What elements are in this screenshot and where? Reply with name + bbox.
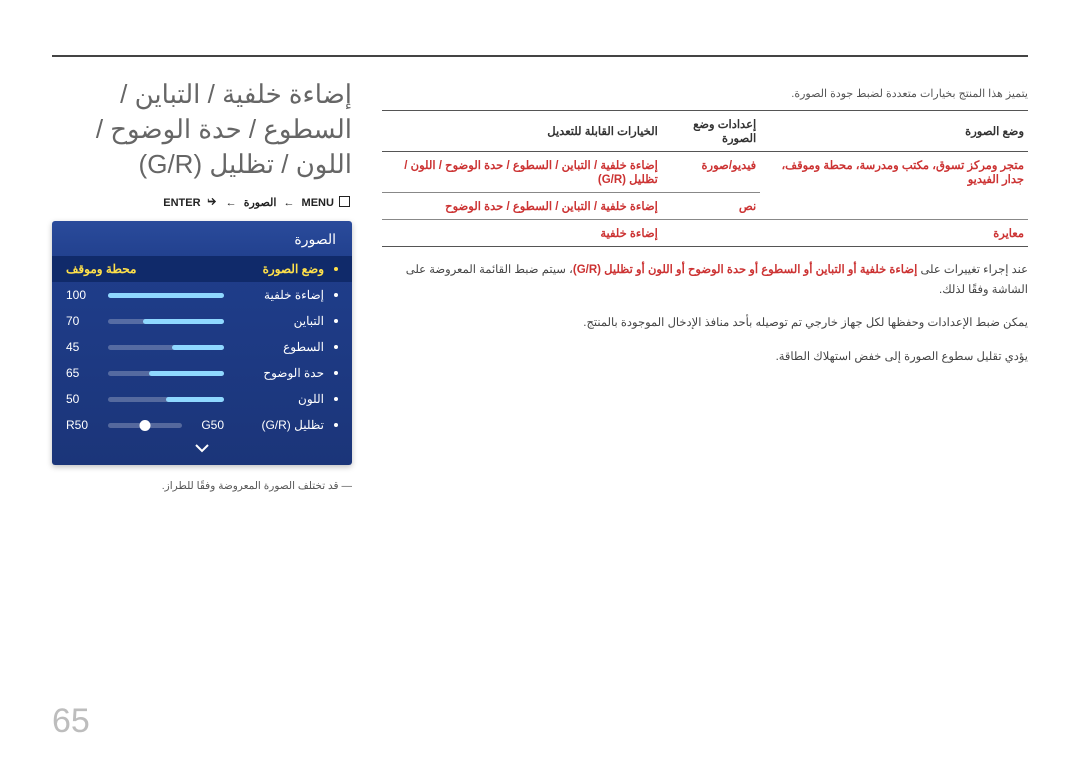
th-mode: وضع الصورة bbox=[760, 111, 1028, 152]
osd-value: 100 bbox=[66, 288, 100, 302]
osd-mode-label: وضع الصورة bbox=[232, 262, 324, 276]
menu-breadcrumb: MENU ← الصورة ← ENTER bbox=[52, 196, 352, 209]
options-table: وضع الصورة إعدادات وضع الصورة الخيارات ا… bbox=[382, 110, 1028, 247]
osd-label: السطوع bbox=[232, 340, 324, 354]
menu-icon bbox=[339, 196, 350, 207]
page-number: 65 bbox=[52, 702, 90, 741]
osd-label: إضاءة خلفية bbox=[232, 288, 324, 302]
osd-title: الصورة bbox=[52, 221, 352, 256]
chevron-down-icon bbox=[194, 442, 210, 454]
bullet-icon bbox=[334, 371, 338, 375]
slider-sharpness[interactable] bbox=[108, 371, 224, 376]
note-paragraph: يؤدي تقليل سطوع الصورة إلى خفض استهلاك ا… bbox=[382, 348, 1028, 368]
bullet-icon bbox=[334, 345, 338, 349]
bullet-icon bbox=[334, 423, 338, 427]
osd-row-tint[interactable]: تظليل (G/R) G50 R50 bbox=[52, 412, 352, 438]
osd-footnote: قد تختلف الصورة المعروضة وفقًا للطراز. bbox=[52, 479, 352, 495]
note-paragraph: يمكن ضبط الإعدادات وحفظها لكل جهاز خارجي… bbox=[382, 314, 1028, 334]
table-row: متجر ومركز تسوق، مكتب ومدرسة، محطة وموقف… bbox=[382, 152, 1028, 193]
bullet-icon bbox=[334, 319, 338, 323]
osd-label: التباين bbox=[232, 314, 324, 328]
table-row: معايرة إضاءة خلفية bbox=[382, 220, 1028, 247]
slider-contrast[interactable] bbox=[108, 319, 224, 324]
osd-panel: الصورة وضع الصورة محطة وموقف إضاءة خلفية… bbox=[52, 221, 352, 465]
slider-color[interactable] bbox=[108, 397, 224, 402]
osd-row-backlight[interactable]: إضاءة خلفية 100 bbox=[52, 282, 352, 308]
osd-value: 45 bbox=[66, 340, 100, 354]
osd-row-sharpness[interactable]: حدة الوضوح 65 bbox=[52, 360, 352, 386]
th-settings: إعدادات وضع الصورة bbox=[662, 111, 760, 152]
osd-label: اللون bbox=[232, 392, 324, 406]
osd-row-mode[interactable]: وضع الصورة محطة وموقف bbox=[52, 256, 352, 282]
osd-value: 50 bbox=[66, 392, 100, 406]
slider-brightness[interactable] bbox=[108, 345, 224, 350]
page-heading: إضاءة خلفية / التباين / السطوع / حدة الو… bbox=[52, 77, 352, 182]
osd-scroll-down[interactable] bbox=[52, 438, 352, 457]
th-adjustable: الخيارات القابلة للتعديل bbox=[382, 111, 662, 152]
slider-backlight[interactable] bbox=[108, 293, 224, 298]
slider-tint[interactable] bbox=[108, 423, 182, 428]
osd-value: 65 bbox=[66, 366, 100, 380]
osd-mode-value: محطة وموقف bbox=[66, 262, 136, 276]
osd-row-contrast[interactable]: التباين 70 bbox=[52, 308, 352, 334]
intro-text: يتميز هذا المنتج بخيارات متعددة لضبط جود… bbox=[382, 87, 1028, 100]
osd-value: 70 bbox=[66, 314, 100, 328]
bullet-icon bbox=[334, 267, 338, 271]
osd-tint-g: G50 bbox=[190, 418, 224, 432]
osd-label: حدة الوضوح bbox=[232, 366, 324, 380]
enter-icon bbox=[206, 196, 217, 207]
osd-row-brightness[interactable]: السطوع 45 bbox=[52, 334, 352, 360]
bullet-icon bbox=[334, 397, 338, 401]
osd-tint-r: R50 bbox=[66, 418, 100, 432]
note-paragraph: عند إجراء تغييرات على إضاءة خلفية أو الت… bbox=[382, 261, 1028, 300]
bullet-icon bbox=[334, 293, 338, 297]
osd-label: تظليل (G/R) bbox=[232, 418, 324, 432]
osd-row-color[interactable]: اللون 50 bbox=[52, 386, 352, 412]
